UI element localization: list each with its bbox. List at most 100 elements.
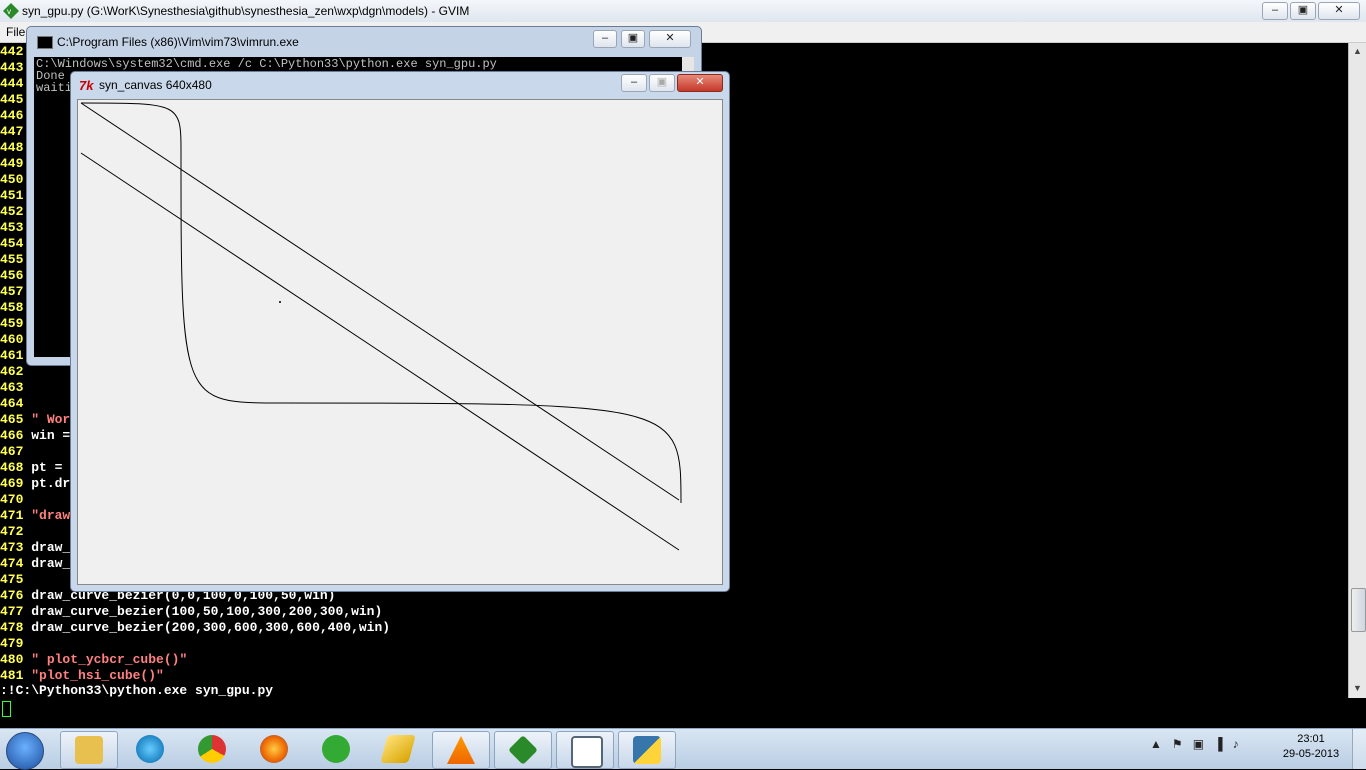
line-number: 469 (0, 476, 24, 491)
line-number: 470 (0, 492, 24, 507)
taskbar-file-explorer[interactable] (60, 731, 118, 769)
console-line: waiti (36, 81, 73, 95)
taskbar-firefox[interactable] (246, 731, 302, 767)
svg-text:v: v (7, 7, 11, 16)
syn-canvas-window[interactable]: 7k syn_canvas 640x480 – ▣ ✕ (70, 71, 730, 592)
line-number: 454 (0, 236, 24, 251)
editor-line: 475 (0, 572, 31, 588)
chrome-icon (198, 735, 226, 763)
canvas-maximize-button[interactable]: ▣ (649, 74, 675, 92)
editor-line: 468 pt = (0, 460, 62, 476)
drawing-canvas[interactable] (77, 99, 723, 585)
taskbar-notepad[interactable] (556, 731, 614, 769)
line-text: draw_ (31, 540, 71, 555)
firefox-icon (260, 735, 288, 763)
line-number: 461 (0, 348, 24, 363)
line-2 (80, 152, 680, 551)
editor-line: 466 win = (0, 428, 70, 444)
vim-icon: v (3, 3, 19, 19)
editor-line: 462 (0, 364, 31, 380)
menu-file[interactable]: File (6, 25, 25, 39)
taskbar-internet-explorer[interactable] (122, 731, 178, 767)
scroll-thumb[interactable] (1351, 588, 1366, 632)
line-number: 459 (0, 316, 24, 331)
line-number: 467 (0, 444, 24, 459)
line-text: pt.dr (31, 476, 71, 491)
taskbar-utorrent[interactable] (308, 731, 364, 767)
taskbar-chrome[interactable] (184, 731, 240, 767)
editor-line: 465 " Wor (0, 412, 70, 428)
system-tray[interactable]: ▲ ⚑ ▣ ▐ ♪ (1150, 737, 1239, 751)
volume-icon[interactable]: ♪ (1233, 737, 1239, 751)
line-number: 452 (0, 204, 24, 219)
line-number: 443 (0, 60, 24, 75)
editor-line: 479 (0, 636, 31, 652)
line-number: 448 (0, 140, 24, 155)
maximize-button[interactable]: ▣ (1290, 2, 1316, 20)
taskbar-vlc[interactable] (432, 731, 490, 769)
cmd-icon (37, 36, 53, 49)
scroll-down-icon[interactable]: ▼ (1353, 683, 1362, 693)
line-number: 445 (0, 92, 24, 107)
line-number: 451 (0, 188, 24, 203)
python-icon (633, 736, 661, 764)
device-icon[interactable]: ▣ (1193, 737, 1204, 751)
line-number: 481 (0, 668, 24, 683)
editor-line: 470 (0, 492, 31, 508)
line-number: 444 (0, 76, 24, 91)
editor-line: 474 draw_ (0, 556, 70, 572)
tk-feather-icon: 7k (79, 78, 94, 93)
start-button[interactable] (6, 732, 44, 770)
canvas-close-button[interactable]: ✕ (677, 74, 723, 92)
flag-icon[interactable]: ⚑ (1172, 737, 1183, 751)
line-number: 458 (0, 300, 24, 315)
vimrun-title: C:\Program Files (x86)\Vim\vim73\vimrun.… (57, 35, 299, 49)
line-number: 450 (0, 172, 24, 187)
editor-line: 481 "plot_hsi_cube()" (0, 668, 164, 684)
line-number: 455 (0, 252, 24, 267)
line-text: draw_curve_bezier(100,50,100,300,200,300… (31, 604, 383, 619)
line-number: 462 (0, 364, 24, 379)
canvas-minimize-button[interactable]: – (621, 74, 647, 92)
line-number: 453 (0, 220, 24, 235)
line-text: draw_ (31, 556, 71, 571)
scroll-up-icon[interactable]: ▲ (1353, 46, 1362, 56)
gvim-titlebar[interactable]: v syn_gpu.py (G:\WorK\Synesthesia\github… (0, 0, 1366, 22)
taskbar-python[interactable] (618, 731, 676, 769)
line-number: 463 (0, 380, 24, 395)
vimrun-close-button[interactable]: ✕ (649, 30, 691, 48)
line-number: 473 (0, 540, 24, 555)
minimize-button[interactable]: – (1262, 2, 1288, 20)
line-number: 460 (0, 332, 24, 347)
line-number: 457 (0, 284, 24, 299)
line-text: pt = (31, 460, 63, 475)
point (279, 301, 281, 303)
editor-line: 469 pt.dr (0, 476, 70, 492)
editor-line: 463 (0, 380, 31, 396)
canvas-title: syn_canvas 640x480 (99, 78, 212, 92)
vim-command-line: :!C:\Python33\python.exe syn_gpu.py (0, 683, 274, 698)
winamp-icon (380, 735, 416, 763)
ie-icon (136, 735, 164, 763)
line-1 (80, 102, 680, 501)
taskbar-winamp[interactable] (370, 731, 426, 767)
vimrun-maximize-button[interactable]: ▣ (621, 30, 645, 48)
editor-scrollbar[interactable]: ▲ ▼ (1348, 43, 1366, 698)
clock[interactable]: 23:01 29-05-2013 (1276, 732, 1346, 762)
network-icon[interactable]: ▐ (1214, 737, 1223, 751)
editor-line: 478 draw_curve_bezier(200,300,600,300,60… (0, 620, 390, 636)
show-desktop-button[interactable] (1352, 729, 1366, 769)
editor-line: 473 draw_ (0, 540, 70, 556)
close-button[interactable]: ✕ (1318, 2, 1360, 20)
line-number: 478 (0, 620, 24, 635)
vimrun-minimize-button[interactable]: – (593, 30, 617, 48)
taskbar-gvim[interactable] (494, 731, 552, 769)
line-number: 475 (0, 572, 24, 587)
line-number: 446 (0, 108, 24, 123)
bezier-curve-2 (180, 152, 282, 404)
line-number: 480 (0, 652, 24, 667)
vlc-icon (447, 736, 475, 764)
window-icon (571, 736, 603, 768)
show-hidden-icons-icon[interactable]: ▲ (1150, 737, 1162, 751)
clock-date: 29-05-2013 (1282, 748, 1340, 760)
